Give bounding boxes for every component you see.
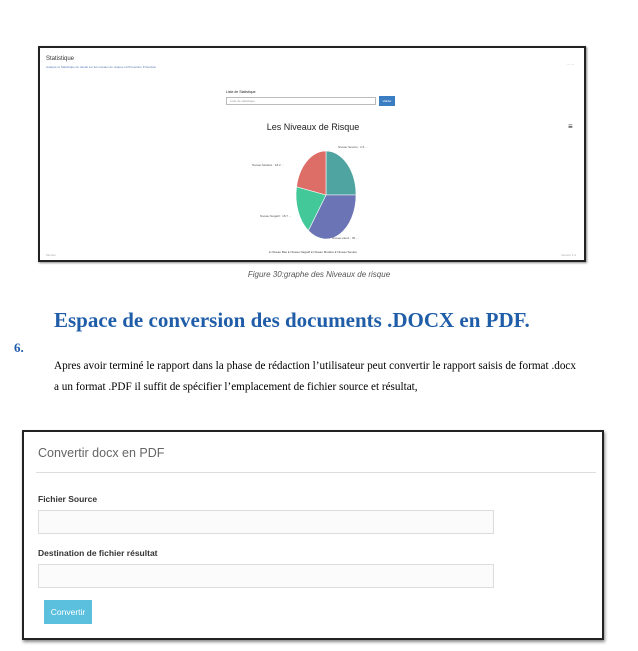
- statistique-screenshot: Statistique Analyse et Statistique du tr…: [38, 46, 586, 262]
- destination-label: Destination de fichier résultat: [38, 548, 158, 558]
- section-number: 6.: [14, 340, 24, 355]
- pie-slice-0: [325, 150, 357, 196]
- source-file-input[interactable]: [38, 510, 494, 534]
- list-label: Liste de Statistique: [226, 90, 256, 94]
- slice-label-modere: Niveau Modéré : 18.2 ...: [252, 163, 285, 167]
- section-paragraph: Apres avoir terminé le rapport dans la p…: [54, 360, 576, 393]
- statistique-select[interactable]: Liste de statistique: [226, 97, 376, 105]
- destination-file-input[interactable]: [38, 564, 494, 588]
- convert-button[interactable]: Convertir: [44, 600, 92, 624]
- figure-caption: Figure 30:graphe des Niveaux de risque: [247, 270, 391, 279]
- pie-chart: [295, 150, 357, 240]
- divider: [36, 472, 596, 473]
- slice-label-negatif: Niveau Négatif : 18.7 ...: [260, 214, 292, 218]
- footer-right: Version 1.0: [560, 253, 576, 257]
- chart-title: Les Niveaux de Risque: [266, 122, 360, 132]
- converter-screenshot: Convertir docx en PDF Fichier Source Des…: [22, 430, 604, 640]
- footer-left: Monitor: [46, 253, 57, 257]
- slice-label-severe: Niveau Sévère : 2.5 ...: [338, 145, 368, 149]
- statistique-title: Statistique: [46, 56, 75, 62]
- window-controls[interactable]: — —: [567, 62, 574, 66]
- chart-menu-icon[interactable]: ≡: [568, 122, 573, 131]
- slice-label-eleve: Niveau élevé : 35 ...: [332, 236, 359, 240]
- chart-legend: ● Niveau Bas ● Niveau Négatif ● Niveau M…: [268, 250, 358, 254]
- section-heading: Espace de conversion des documents .DOCX…: [54, 308, 530, 332]
- converter-title: Convertir docx en PDF: [38, 446, 165, 460]
- statistique-subtitle: Analyse et Statistique du travail sur le…: [46, 65, 157, 69]
- validate-button[interactable]: Valider: [379, 96, 395, 106]
- source-label: Fichier Source: [38, 494, 98, 504]
